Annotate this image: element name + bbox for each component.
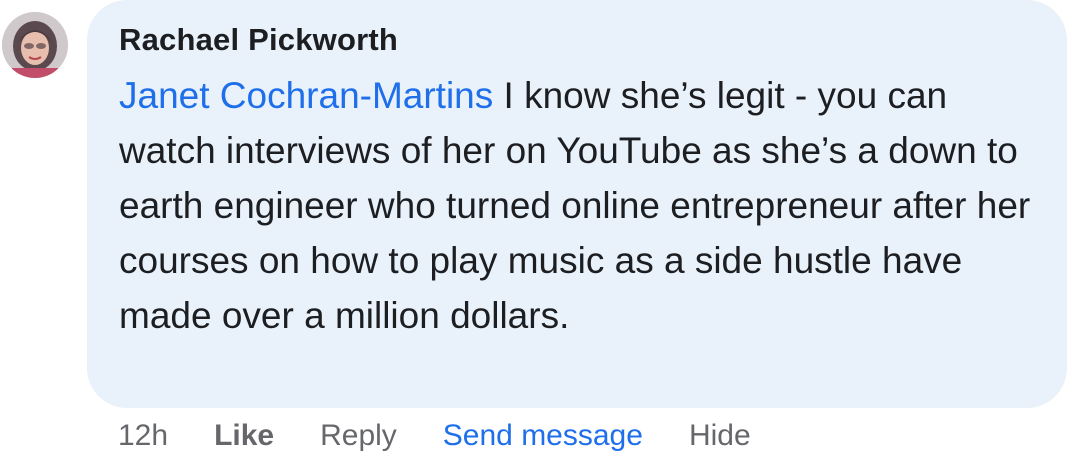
send-message-button[interactable]: Send message [443, 419, 643, 453]
comment-bubble: Rachael Pickworth Janet Cochran-Martins … [87, 0, 1067, 408]
author-name[interactable]: Rachael Pickworth [119, 20, 1037, 60]
reply-button[interactable]: Reply [320, 419, 397, 453]
mention-link[interactable]: Janet Cochran-Martins [119, 75, 493, 116]
comment: Rachael Pickworth Janet Cochran-Martins … [0, 0, 1080, 465]
comment-text: Janet Cochran-Martins I know she’s legit… [119, 68, 1039, 343]
comment-actions: 12h Like Reply Send message Hide [118, 414, 751, 458]
hide-button[interactable]: Hide [689, 419, 751, 453]
profile-photo-icon [2, 12, 68, 78]
avatar[interactable] [2, 12, 68, 78]
timestamp[interactable]: 12h [118, 419, 168, 453]
like-button[interactable]: Like [214, 419, 274, 453]
